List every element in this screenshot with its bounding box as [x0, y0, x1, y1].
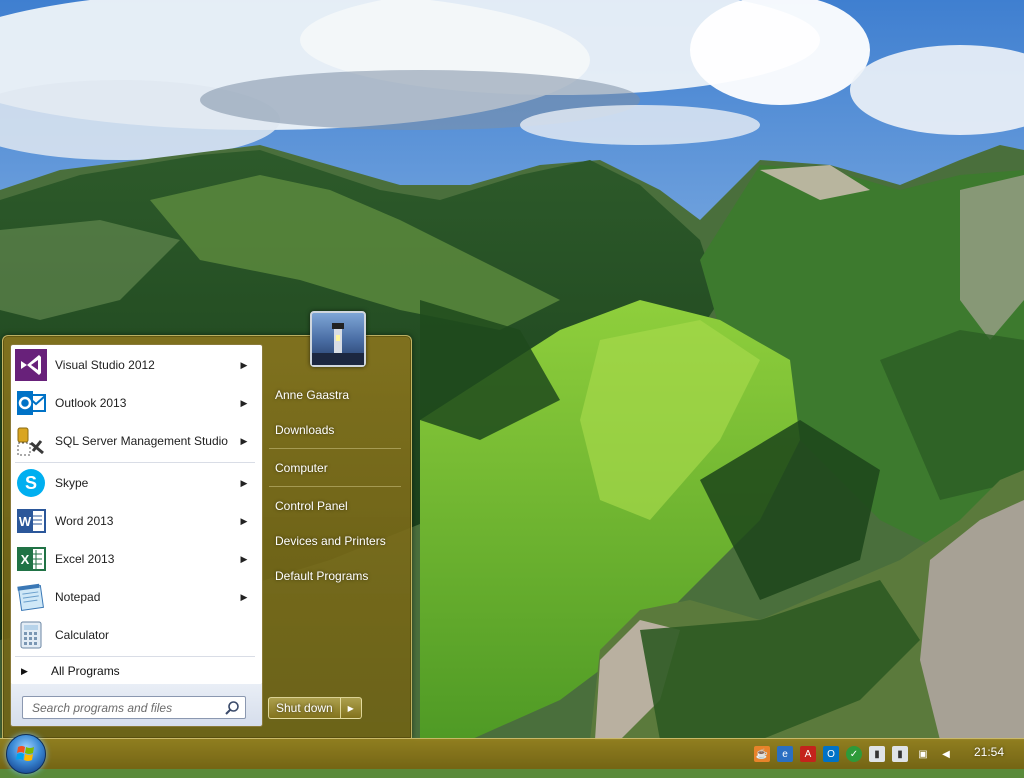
system-tray: ☕ e A O ✓ ▮ ▮ ▣ ◀: [747, 744, 954, 764]
svg-text:S: S: [25, 473, 37, 493]
word-icon: W: [15, 505, 47, 537]
program-sql-server-management-studio[interactable]: SQL Server Management Studio ▶: [13, 423, 258, 459]
notepad-icon: [15, 581, 47, 613]
separator: [269, 486, 401, 487]
programs-pane: Visual Studio 2012 ▶ Outlook 2013 ▶ SQL …: [10, 344, 263, 686]
link-devices-and-printers[interactable]: Devices and Printers: [267, 529, 405, 553]
submenu-arrow-icon: ▶: [240, 359, 248, 370]
program-calculator[interactable]: Calculator: [13, 617, 258, 653]
program-word[interactable]: W Word 2013 ▶: [13, 503, 258, 539]
shutdown-button[interactable]: Shut down: [268, 697, 341, 719]
program-notepad[interactable]: Notepad ▶: [13, 579, 258, 615]
java-icon[interactable]: ☕: [754, 746, 770, 762]
calculator-icon: [15, 619, 47, 651]
program-label: Visual Studio 2012: [55, 358, 155, 372]
program-label: Skype: [55, 476, 89, 490]
search-icon[interactable]: [224, 700, 240, 716]
link-label: Anne Gaastra: [275, 388, 350, 402]
program-excel[interactable]: X Excel 2013 ▶: [13, 541, 258, 577]
all-programs-label: All Programs: [51, 664, 120, 678]
link-computer[interactable]: Computer: [267, 456, 405, 480]
program-label: SQL Server Management Studio: [55, 434, 228, 448]
link-control-panel[interactable]: Control Panel: [267, 494, 405, 518]
submenu-arrow-icon: ▶: [240, 591, 248, 602]
program-label: Outlook 2013: [55, 396, 127, 410]
network-icon[interactable]: ▣: [915, 746, 931, 762]
usb-device-icon[interactable]: ▮: [892, 746, 908, 762]
search-box[interactable]: [22, 696, 246, 719]
link-label: Control Panel: [275, 499, 348, 513]
lighthouse-icon: [312, 323, 364, 365]
visual-studio-icon: [15, 349, 47, 381]
usb-device-icon[interactable]: ▮: [869, 746, 885, 762]
program-label: Notepad: [55, 590, 101, 604]
search-area: [10, 684, 263, 727]
search-input[interactable]: [30, 699, 224, 716]
separator: [15, 462, 255, 463]
link-label: Computer: [275, 461, 328, 475]
separator: [15, 656, 255, 657]
excel-icon: X: [15, 543, 47, 575]
program-label: Excel 2013: [55, 552, 115, 566]
windows-logo-icon: [16, 746, 34, 761]
program-visual-studio[interactable]: Visual Studio 2012 ▶: [13, 347, 258, 383]
start-button[interactable]: [6, 734, 46, 774]
submenu-arrow-icon: ▶: [240, 477, 248, 488]
svg-text:X: X: [21, 552, 30, 567]
link-user-folder[interactable]: Anne Gaastra: [267, 383, 405, 407]
submenu-arrow-icon: ▶: [240, 397, 248, 408]
svg-text:W: W: [19, 514, 32, 529]
clock[interactable]: 21:54: [964, 745, 1014, 759]
link-default-programs[interactable]: Default Programs: [267, 564, 405, 588]
program-label: Word 2013: [55, 514, 114, 528]
outlook-icon: [15, 387, 47, 419]
program-outlook[interactable]: Outlook 2013 ▶: [13, 385, 258, 421]
network-share-icon[interactable]: e: [777, 746, 793, 762]
separator: [269, 448, 401, 449]
expand-arrow-icon: ▶: [21, 665, 28, 676]
program-skype[interactable]: S Skype ▶: [13, 465, 258, 501]
skype-icon: S: [15, 467, 47, 499]
shutdown-group: Shut down ▶: [268, 697, 362, 719]
sql-server-icon: [15, 425, 47, 457]
submenu-arrow-icon: ▶: [240, 553, 248, 564]
link-label: Devices and Printers: [275, 534, 386, 548]
all-programs-button[interactable]: ▶ All Programs: [13, 659, 258, 683]
program-label: Calculator: [55, 628, 110, 642]
volume-icon[interactable]: ◀: [938, 746, 954, 762]
taskbar: ☕ e A O ✓ ▮ ▮ ▣ ◀ 21:54: [0, 734, 1024, 774]
security-shield-icon[interactable]: ✓: [846, 746, 862, 762]
shutdown-options-arrow-icon[interactable]: ▶: [340, 697, 362, 719]
acrobat-icon[interactable]: A: [800, 746, 816, 762]
outlook-tray-icon[interactable]: O: [823, 746, 839, 762]
submenu-arrow-icon: ▶: [240, 515, 248, 526]
submenu-arrow-icon: ▶: [240, 435, 248, 446]
start-menu: Visual Studio 2012 ▶ Outlook 2013 ▶ SQL …: [2, 311, 412, 739]
user-picture[interactable]: [310, 311, 366, 367]
link-label: Downloads: [275, 423, 335, 437]
link-downloads[interactable]: Downloads: [267, 418, 405, 442]
link-label: Default Programs: [275, 569, 369, 583]
